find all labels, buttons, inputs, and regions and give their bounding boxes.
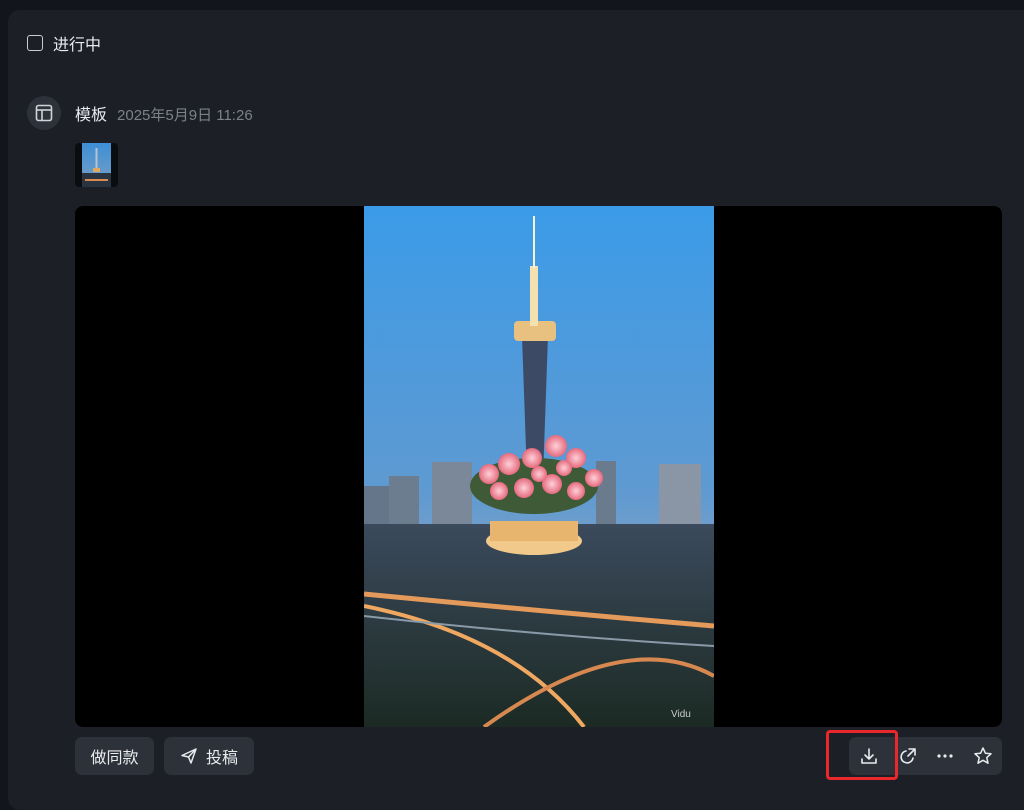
- post-timestamp: 2025年5月9日 11:26: [117, 107, 253, 124]
- submit-button[interactable]: 投稿: [164, 737, 254, 775]
- post-meta: 模板 2025年5月9日 11:26: [75, 101, 253, 125]
- more-icon: [937, 754, 953, 758]
- submit-label: 投稿: [205, 750, 238, 767]
- make-same-button[interactable]: 做同款: [75, 737, 154, 775]
- star-icon: [974, 747, 992, 764]
- status-row: 进行中: [27, 31, 101, 55]
- status-checkbox[interactable]: [27, 35, 43, 51]
- generated-video-frame: [364, 206, 714, 727]
- more-button[interactable]: [926, 737, 964, 775]
- template-avatar: [27, 96, 61, 130]
- status-label: 进行中: [53, 37, 102, 54]
- download-highlight-annotation: [826, 730, 898, 780]
- make-same-label: 做同款: [90, 750, 139, 767]
- post-title: 模板: [75, 107, 108, 124]
- video-watermark: Vidu: [671, 709, 691, 720]
- favorite-button[interactable]: [964, 737, 1002, 775]
- layout-template-icon: [35, 104, 53, 122]
- video-player[interactable]: Vidu: [75, 206, 1002, 727]
- reference-thumbnail[interactable]: [75, 143, 118, 187]
- share-icon: [900, 748, 916, 764]
- send-icon: [181, 748, 197, 764]
